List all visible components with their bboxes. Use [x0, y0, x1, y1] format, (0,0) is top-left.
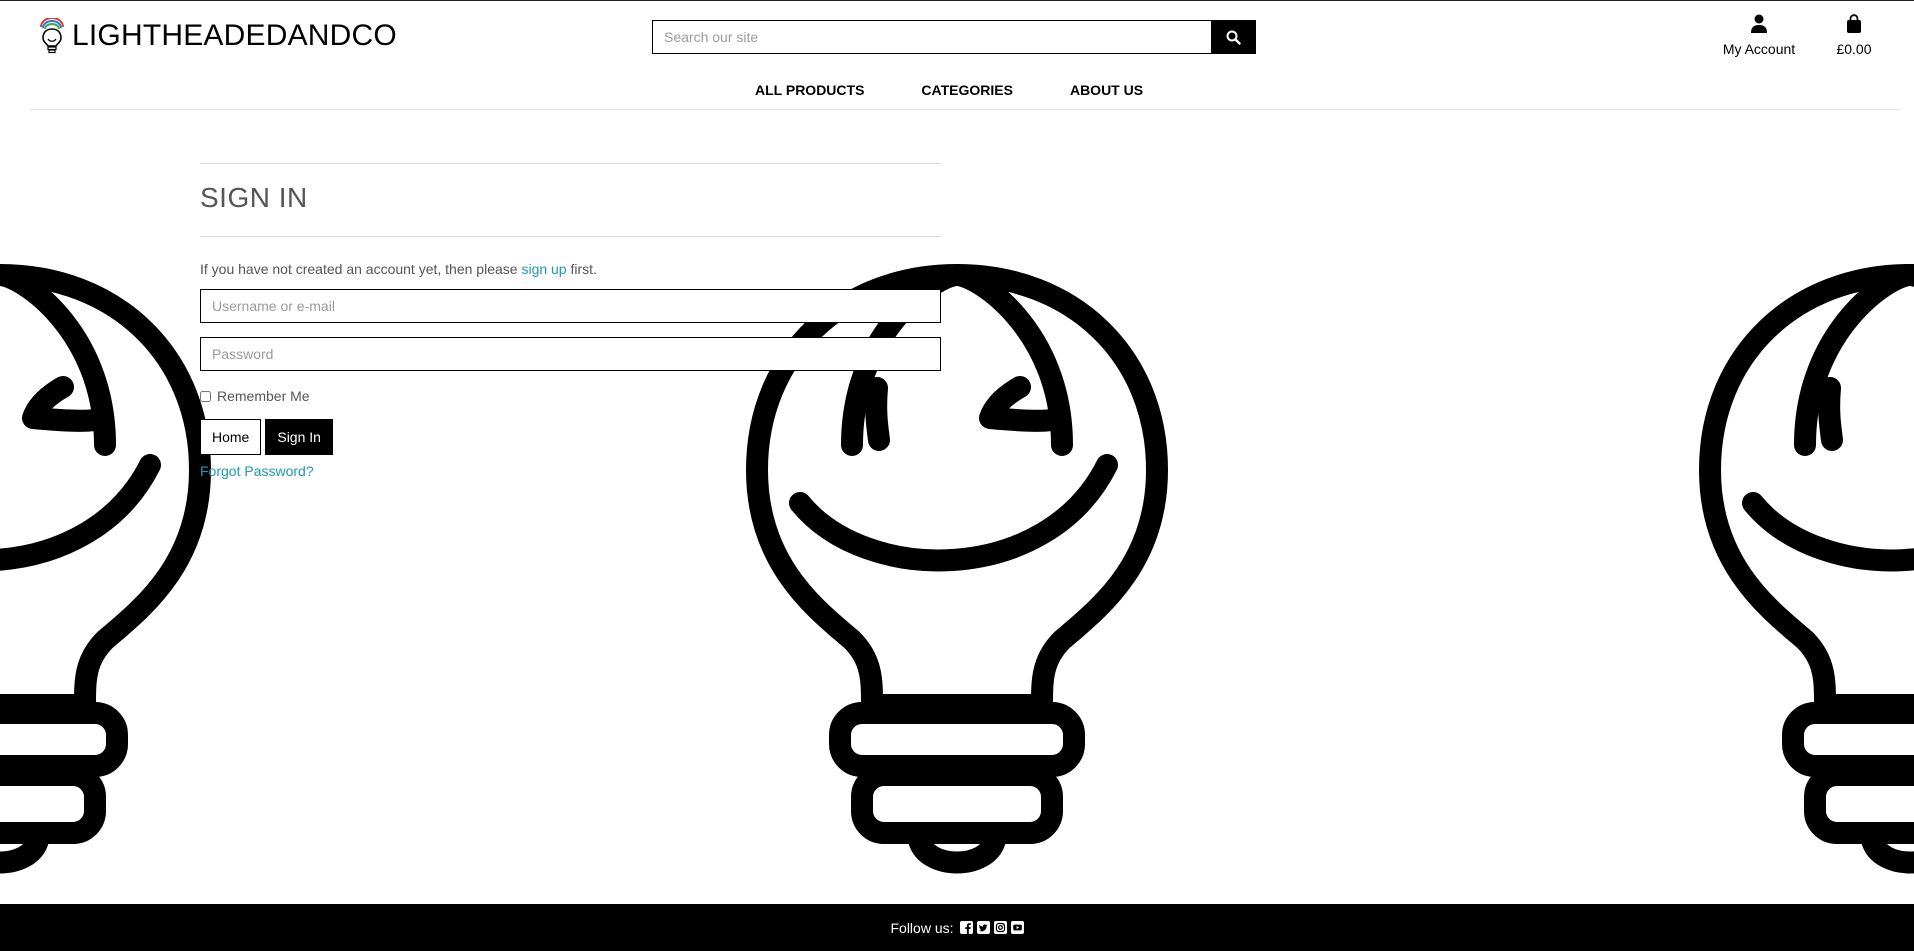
forgot-password-link[interactable]: Forgot Password? [200, 463, 941, 479]
twitter-icon[interactable] [976, 921, 990, 934]
remember-me-label: Remember Me [217, 388, 310, 404]
shopping-bag-icon [1847, 14, 1861, 33]
remember-me-checkbox[interactable] [200, 390, 211, 402]
home-button[interactable]: Home [200, 419, 262, 455]
signin-button[interactable]: Sign In [265, 419, 333, 455]
cart-total: £0.00 [1836, 41, 1872, 57]
search-button[interactable] [1211, 20, 1256, 54]
password-field[interactable] [200, 337, 941, 371]
header-divider [30, 109, 1900, 110]
cart-link[interactable]: £0.00 [1828, 14, 1880, 57]
site-logo[interactable]: LIGHTHEADEDANDCO [38, 18, 397, 54]
youtube-icon[interactable] [1010, 921, 1024, 934]
user-icon [1751, 14, 1767, 33]
site-footer: Follow us: [0, 904, 1914, 951]
signup-prompt-suffix: first. [566, 261, 597, 277]
form-actions: Home Sign In [200, 419, 941, 455]
nav-categories[interactable]: CATEGORIES [921, 82, 1013, 98]
my-account-label: My Account [1722, 41, 1796, 57]
search-form [652, 20, 1256, 54]
remember-me: Remember Me [200, 388, 941, 404]
signup-prompt: If you have not created an account yet, … [200, 261, 941, 277]
facebook-icon[interactable] [959, 921, 973, 934]
top-border [0, 0, 1914, 1]
main-nav: ALL PRODUCTS CATEGORIES ABOUT US [730, 82, 1143, 98]
nav-all-products[interactable]: ALL PRODUCTS [755, 82, 864, 98]
title-bottom-rule [200, 236, 941, 237]
brand-name: LIGHTHEADEDANDCO [72, 19, 397, 52]
signup-link[interactable]: sign up [521, 261, 566, 277]
follow-label: Follow us: [890, 919, 954, 936]
username-field[interactable] [200, 289, 941, 323]
lightbulb-logo-icon [40, 18, 64, 54]
instagram-icon[interactable] [993, 921, 1007, 934]
search-icon [1226, 30, 1241, 45]
search-input[interactable] [652, 20, 1211, 54]
signup-prompt-text: If you have not created an account yet, … [200, 261, 522, 277]
title-top-rule [200, 163, 941, 164]
my-account-link[interactable]: My Account [1716, 14, 1802, 57]
signin-panel: SIGN IN If you have not created an accou… [200, 163, 941, 479]
nav-about-us[interactable]: ABOUT US [1070, 82, 1143, 98]
page-title: SIGN IN [200, 182, 308, 213]
